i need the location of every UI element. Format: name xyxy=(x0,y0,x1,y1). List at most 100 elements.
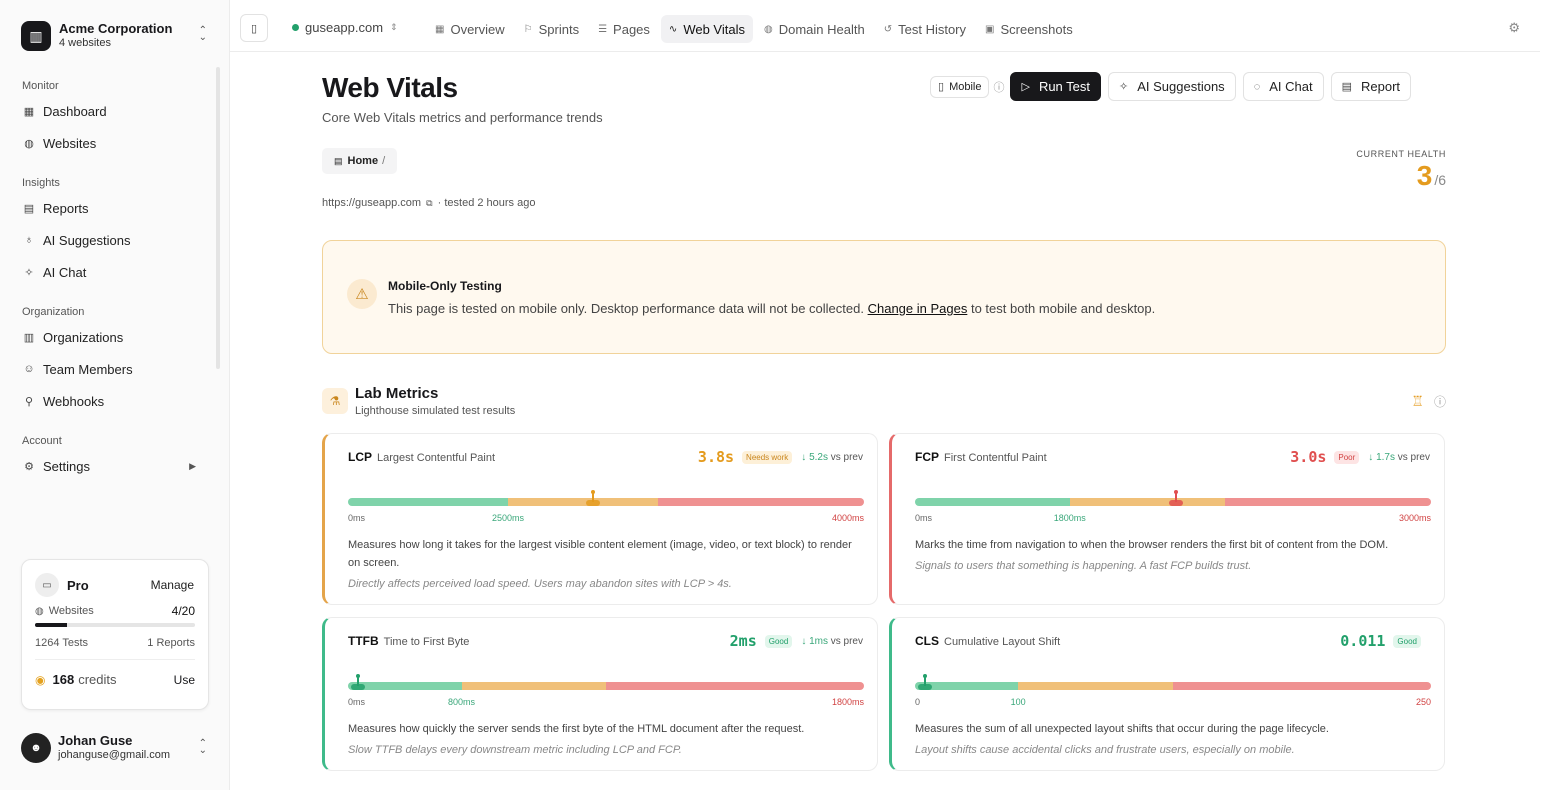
tabs: ▦ Overview ⚐ Sprints ☰ Pages ∿ Web Vitals ◍ D… xyxy=(427,15,1084,43)
tab-sprints[interactable]: ⚐ Sprints xyxy=(516,15,587,43)
change-in-pages-link[interactable]: Change in Pages xyxy=(868,301,968,316)
page-actions: ▯ Mobile ⓘ ▷ Run Test ✧ AI Suggestions ◌ AI … xyxy=(930,72,1418,101)
report-button[interactable]: ▤ Report xyxy=(1330,72,1412,101)
site-switcher[interactable]: guseapp.com ⇕ xyxy=(292,20,398,35)
metric-note: Signals to users that something is happe… xyxy=(915,560,1252,572)
site-name: guseapp.com xyxy=(305,20,384,35)
sidebar-item-label: Websites xyxy=(43,135,97,151)
metric-note: Slow TTFB delays every downstream metric… xyxy=(348,744,682,756)
metric-abbr: LCP xyxy=(348,450,372,464)
page-url-line: https://guseapp.com ⧉ · tested 2 hours a… xyxy=(322,197,535,209)
ai-chat-button[interactable]: ◌ AI Chat xyxy=(1242,72,1324,101)
metric-name: Cumulative Layout Shift xyxy=(944,636,1061,648)
chat-icon: ◌ xyxy=(1253,80,1261,93)
globe-icon: ◍ xyxy=(763,23,773,35)
tick-label: 1800ms xyxy=(831,697,864,707)
tab-screenshots[interactable]: ▣ Screenshots xyxy=(977,15,1081,43)
tab-overview[interactable]: ▦ Overview xyxy=(427,15,513,43)
credits-value: 168 xyxy=(52,672,75,687)
user-menu[interactable]: ☻ Johan Guse johanguse@gmail.com ⌃ ⌄ xyxy=(21,730,211,766)
lab-tools: ♖ ⓘ xyxy=(1411,393,1446,410)
sidebar-item-settings[interactable]: ⚙ Settings ▶ xyxy=(0,450,218,482)
plan-card: ▭ Pro Manage ◍ Websites 4/20 1264 Tests … xyxy=(21,559,209,710)
health-label: CURRENT HEALTH xyxy=(1356,149,1446,159)
sidebar-item-team-members[interactable]: ☺ Team Members xyxy=(0,353,218,385)
gauge-marker xyxy=(917,674,933,694)
sidebar-nav: Monitor ▦ Dashboard ◍ Websites Insights ▤ R… xyxy=(0,70,218,548)
sidebar-item-label: Organizations xyxy=(43,329,124,345)
gauge-good-zone xyxy=(348,498,508,506)
gear-icon: ⚙ xyxy=(24,460,34,473)
tick-label: 3000ms xyxy=(1398,513,1431,523)
info-icon[interactable]: ⓘ xyxy=(1434,393,1446,410)
metric-gauge xyxy=(915,682,1431,690)
metric-header: LCP Largest Contentful Paint xyxy=(348,450,495,464)
metric-summary: 3.0s Poor ↓ 1.7s vs prev xyxy=(1290,448,1430,466)
metric-header: FCP First Contentful Paint xyxy=(915,450,1047,464)
use-credits-button[interactable]: Use xyxy=(174,673,195,687)
delta-suffix: vs prev xyxy=(1397,451,1430,463)
tab-domain-health[interactable]: ◍ Domain Health xyxy=(756,15,873,43)
tab-label: Test History xyxy=(898,21,967,37)
sidebar-item-label: Dashboard xyxy=(43,103,107,119)
metric-summary: 3.8s Needs work ↓ 5.2s vs prev xyxy=(698,448,863,466)
metric-note: Directly affects perceived load speed. U… xyxy=(348,578,732,590)
org-switcher[interactable]: ▥ Acme Corporation 4 websites ⌃ ⌄ xyxy=(21,19,211,53)
health-total: /6 xyxy=(1434,172,1446,188)
settings-gear-icon[interactable]: ⚙ xyxy=(1508,20,1520,36)
manage-plan-button[interactable]: Manage xyxy=(151,578,194,592)
health-score: 3 /6 xyxy=(1417,160,1446,192)
sidebar-item-organizations[interactable]: ▥ Organizations xyxy=(0,321,218,353)
gauge-poor-zone xyxy=(1172,682,1431,690)
sidebar-item-websites[interactable]: ◍ Websites xyxy=(0,127,218,159)
tab-web-vitals[interactable]: ∿ Web Vitals xyxy=(660,15,753,43)
users-icon: ☺ xyxy=(23,363,35,375)
page-url-link[interactable]: https://guseapp.com xyxy=(322,197,421,209)
gauge-ticks: 0ms 800ms 1800ms xyxy=(348,697,864,709)
notice-body: This page is tested on mobile only. Desk… xyxy=(388,301,1155,316)
gauge-poor-zone xyxy=(1224,498,1431,506)
metric-value: 3.0s xyxy=(1290,448,1327,466)
file-icon: ▤ xyxy=(23,202,35,215)
tab-pages[interactable]: ☰ Pages xyxy=(590,15,658,43)
metric-gauge xyxy=(348,498,864,506)
tests-count: 1264 Tests xyxy=(35,637,89,649)
page-subtitle: Core Web Vitals metrics and performance … xyxy=(322,110,603,125)
metric-name: First Contentful Paint xyxy=(944,452,1047,464)
gauge-poor-zone xyxy=(657,498,864,506)
device-mobile-toggle[interactable]: ▯ Mobile xyxy=(930,75,990,98)
websites-usage-bar xyxy=(35,623,195,627)
webhook-icon: ⚲ xyxy=(24,395,34,408)
info-icon[interactable]: ⓘ xyxy=(993,79,1004,95)
sidebar-item-ai-suggestions[interactable]: ♁ AI Suggestions xyxy=(0,224,218,256)
tab-label: Screenshots xyxy=(1000,21,1073,37)
sidebar-scrollbar[interactable] xyxy=(216,67,220,369)
sidebar-toggle-button[interactable]: ▯ xyxy=(240,14,268,42)
ai-suggestions-button[interactable]: ✧ AI Suggestions xyxy=(1108,72,1236,101)
metric-delta: ↓ 5.2s vs prev xyxy=(801,452,863,463)
gauge-ticks: 0ms 2500ms 4000ms xyxy=(348,513,864,525)
tick-label: 100 xyxy=(1010,697,1026,707)
flask-icon: ⚗ xyxy=(322,388,348,414)
gauge-ticks: 0ms 1800ms 3000ms xyxy=(915,513,1431,525)
breadcrumb[interactable]: ▤ Home / xyxy=(322,148,398,174)
tab-test-history[interactable]: ↺ Test History xyxy=(876,15,974,43)
websites-label: Websites xyxy=(48,605,94,617)
metric-card-ttfb: TTFB Time to First Byte 2ms Good ↓ 1ms v… xyxy=(322,617,878,771)
file-icon: ▤ xyxy=(1341,81,1352,93)
chevrons-updown-icon: ⇕ xyxy=(390,22,398,32)
tab-label: Domain Health xyxy=(778,21,865,37)
sidebar-item-ai-chat[interactable]: ✧ AI Chat xyxy=(0,256,218,288)
building-icon: ▥ xyxy=(21,21,51,51)
sidebar-item-reports[interactable]: ▤ Reports xyxy=(0,192,218,224)
metric-summary: 2ms Good ↓ 1ms vs prev xyxy=(730,632,863,650)
sidebar-item-dashboard[interactable]: ▦ Dashboard xyxy=(0,95,218,127)
notice-text: to test both mobile and desktop. xyxy=(970,301,1156,316)
bulb-icon: ♁ xyxy=(24,234,34,246)
run-test-button[interactable]: ▷ Run Test xyxy=(1010,72,1102,101)
metric-name: Time to First Byte xyxy=(383,636,470,648)
section-title-account: Account xyxy=(22,435,62,447)
gauge-needs-work-zone xyxy=(1069,498,1225,506)
topbar: ▯ guseapp.com ⇕ ▦ Overview ⚐ Sprints ☰ Page… xyxy=(230,0,1540,52)
sidebar-item-webhooks[interactable]: ⚲ Webhooks xyxy=(0,385,218,417)
